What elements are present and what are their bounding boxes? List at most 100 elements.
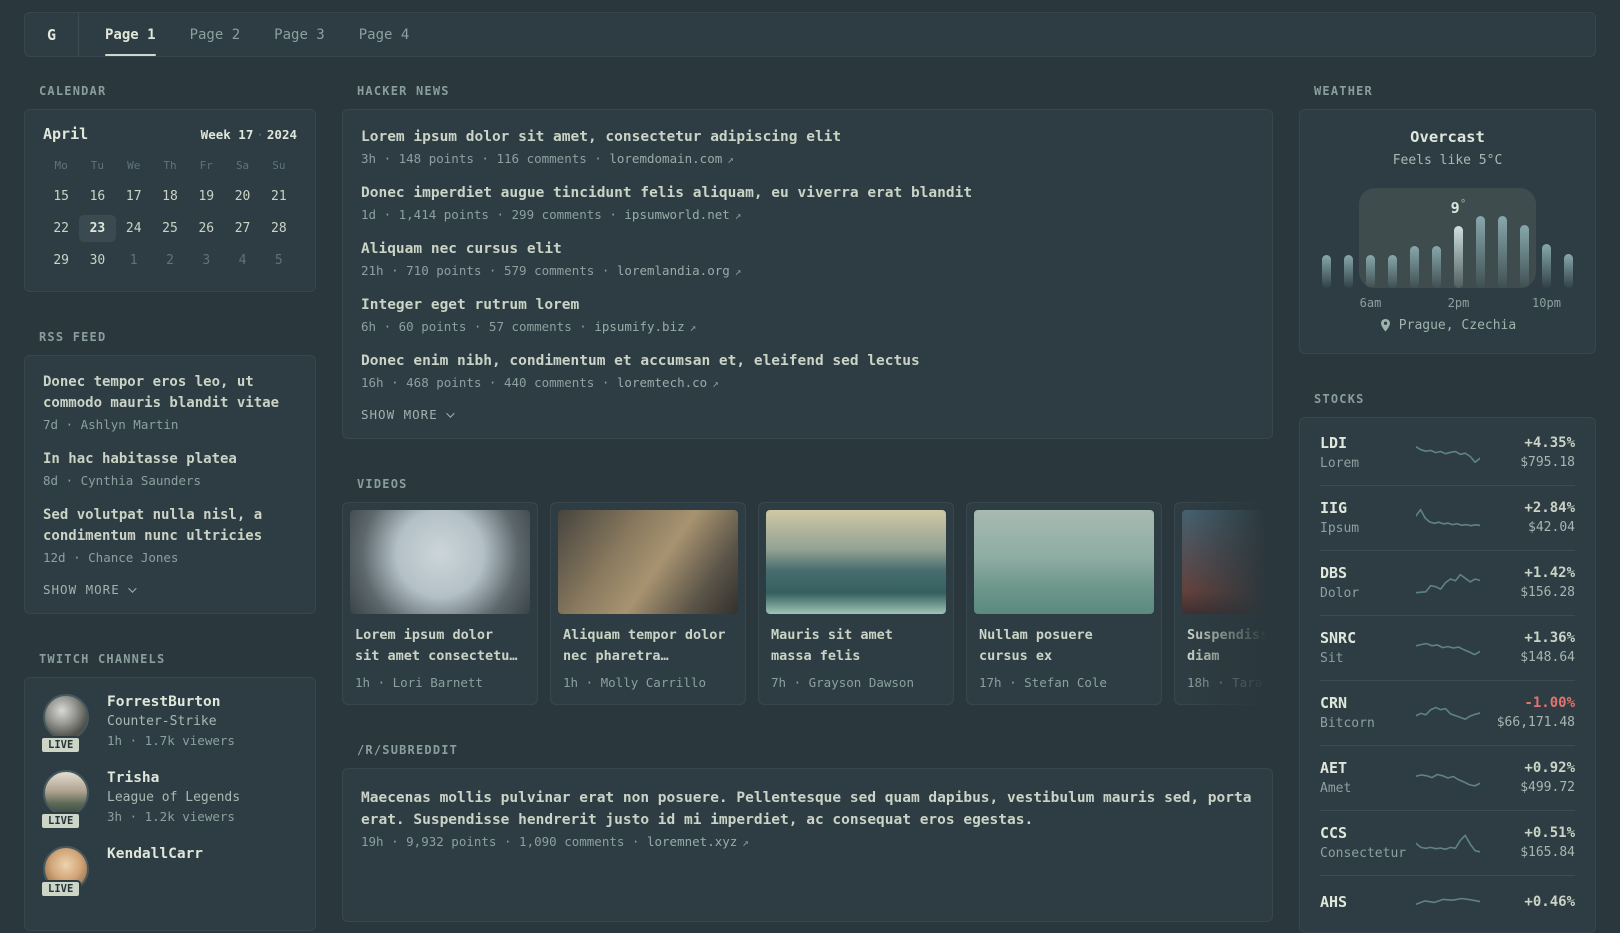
calendar-day: 15 xyxy=(53,189,69,204)
hn-item-title[interactable]: Lorem ipsum dolor sit amet, consectetur … xyxy=(361,127,1254,148)
stock-row[interactable]: SNRC Sit +1.36% $148.64 xyxy=(1320,615,1575,680)
calendar-day-next-month: 3 xyxy=(202,253,211,268)
calendar-day: 29 xyxy=(53,253,69,268)
twitch-channel-name[interactable]: ForrestBurton xyxy=(107,694,235,710)
stock-row[interactable]: LDI Lorem +4.35% $795.18 xyxy=(1320,421,1575,485)
twitch-channel-info: ForrestBurton Counter-Strike 1h · 1.7k v… xyxy=(107,694,235,748)
hn-item-domain-link[interactable]: ipsumify.biz xyxy=(594,319,684,334)
stock-row[interactable]: DBS Dolor +1.42% $156.28 xyxy=(1320,550,1575,615)
stock-price: $156.28 xyxy=(1520,585,1575,600)
tab-page-1[interactable]: Page 1 xyxy=(105,13,156,56)
stock-row[interactable]: AHS +0.46% xyxy=(1320,875,1575,929)
hn-item-domain-link[interactable]: ipsumworld.net xyxy=(624,207,729,222)
weather-hourly-chart: 9° 6am 2pm 10pm xyxy=(1322,188,1573,310)
hn-item-meta: 1d · 1,414 points · 299 comments · ipsum… xyxy=(361,207,742,222)
weather-bar xyxy=(1322,255,1331,288)
weather-time-label: 2pm xyxy=(1447,296,1470,310)
stock-change: +1.36% xyxy=(1524,630,1575,646)
stock-change: +0.51% xyxy=(1524,825,1575,841)
twitch-channel-name[interactable]: Trisha xyxy=(107,770,240,786)
twitch-channel-row[interactable]: LIVE ForrestBurton Counter-Strike 1h · 1… xyxy=(40,694,297,754)
hn-item-title[interactable]: Donec enim nibh, condimentum et accumsan… xyxy=(361,351,1254,372)
stock-row[interactable]: AET Amet +0.92% $499.72 xyxy=(1320,745,1575,810)
video-card[interactable]: Mauris sit amet massa felis 7h · Grayson… xyxy=(758,502,954,705)
weather-bar xyxy=(1432,245,1441,288)
rss-item: In hac habitasse platea 8d · Cynthia Sau… xyxy=(43,449,297,488)
calendar-day-next-month: 5 xyxy=(274,253,283,268)
stock-name: Ipsum xyxy=(1320,521,1360,536)
stock-change: -1.00% xyxy=(1524,695,1575,711)
stock-price: $165.84 xyxy=(1520,845,1575,860)
rss-item-title[interactable]: In hac habitasse platea xyxy=(43,449,297,470)
calendar-day: 26 xyxy=(198,221,215,236)
weather-bar-current xyxy=(1454,226,1463,288)
tab-page-2[interactable]: Page 2 xyxy=(190,13,241,56)
stock-row[interactable]: CCS Consectetur +0.51% $165.84 xyxy=(1320,810,1575,875)
hn-show-more-button[interactable]: SHOW MORE xyxy=(361,407,455,422)
external-link-icon: ↗ xyxy=(689,321,697,334)
reddit-post-domain-link[interactable]: loremnet.xyz xyxy=(647,834,737,849)
twitch-channel-row[interactable]: LIVE KendallCarr xyxy=(40,846,297,898)
calendar-day: 16 xyxy=(89,189,106,204)
live-badge: LIVE xyxy=(40,812,82,830)
stock-price: $66,171.48 xyxy=(1496,715,1575,730)
rss-item-title[interactable]: Sed volutpat nulla nisl, a condimentum n… xyxy=(43,505,297,547)
stock-ticker: SNRC xyxy=(1320,629,1357,647)
rss-show-more-button[interactable]: SHOW MORE xyxy=(43,582,137,597)
video-card[interactable]: Lorem ipsum dolor sit amet consectetu… 1… xyxy=(342,502,538,705)
right-column: WEATHER Overcast Feels like 5°C 9° 6am 2pm… xyxy=(1299,84,1596,933)
twitch-channel-row[interactable]: LIVE Trisha League of Legends 3h · 1.2k … xyxy=(40,770,297,830)
video-card[interactable]: Suspendisse diam 18h · Tara xyxy=(1174,502,1273,705)
stock-name: Dolor xyxy=(1320,586,1360,601)
calendar-day: 20 xyxy=(234,189,251,204)
stock-row[interactable]: CRN Bitcorn -1.00% $66,171.48 xyxy=(1320,680,1575,745)
hn-item-title[interactable]: Donec imperdiet augue tincidunt felis al… xyxy=(361,183,1254,204)
rss-item: Sed volutpat nulla nisl, a condimentum n… xyxy=(43,505,297,565)
twitch-channel-name[interactable]: KendallCarr xyxy=(107,846,203,862)
weekday-label: Su xyxy=(272,159,286,172)
video-meta: 18h · Tara xyxy=(1187,675,1263,690)
reddit-post-title[interactable]: Maecenas mollis pulvinar erat non posuer… xyxy=(361,787,1254,831)
weather-bar xyxy=(1344,255,1353,288)
hn-item-domain-link[interactable]: loremdomain.com xyxy=(609,151,722,166)
weather-time-label: 6am xyxy=(1359,296,1382,310)
dot-separator: · xyxy=(256,127,264,142)
video-meta: 7h · Grayson Dawson xyxy=(771,675,914,690)
hn-item-title[interactable]: Aliquam nec cursus elit xyxy=(361,239,1254,260)
avatar xyxy=(43,694,89,740)
video-thumbnail xyxy=(1182,510,1273,614)
videos-carousel: Lorem ipsum dolor sit amet consectetu… 1… xyxy=(342,502,1273,705)
subreddit-widget: /R/SUBREDDIT Maecenas mollis pulvinar er… xyxy=(342,743,1273,922)
tab-page-4[interactable]: Page 4 xyxy=(359,13,410,56)
stock-change: +2.84% xyxy=(1524,500,1575,516)
stock-row[interactable]: IIG Ipsum +2.84% $42.04 xyxy=(1320,485,1575,550)
weather-bar xyxy=(1366,254,1375,288)
stock-name: Sit xyxy=(1320,651,1344,666)
app-logo[interactable]: G xyxy=(25,13,79,56)
calendar-day: 25 xyxy=(162,221,178,236)
stock-sparkline xyxy=(1415,706,1480,720)
weather-widget: WEATHER Overcast Feels like 5°C 9° 6am 2pm… xyxy=(1299,84,1596,354)
stock-price: $42.04 xyxy=(1528,520,1575,535)
stock-sparkline xyxy=(1415,573,1480,594)
video-card[interactable]: Aliquam tempor dolor nec pharetra… 1h · … xyxy=(550,502,746,705)
rss-item: Donec tempor eros leo, ut commodo mauris… xyxy=(43,372,297,432)
twitch-channel-game: Counter-Strike xyxy=(107,714,217,729)
video-meta: 17h · Stefan Cole xyxy=(979,675,1107,690)
videos-widget: VIDEOS Lorem ipsum dolor sit amet consec… xyxy=(342,477,1273,705)
hn-item: Integer eget rutrum lorem 6h · 60 points… xyxy=(361,295,1254,334)
location-pin-icon xyxy=(1380,319,1390,332)
hn-item-title[interactable]: Integer eget rutrum lorem xyxy=(361,295,1254,316)
stock-sparkline xyxy=(1415,834,1480,853)
hn-item-domain-link[interactable]: loremtech.co xyxy=(617,375,707,390)
hn-item-domain-link[interactable]: loremlandia.org xyxy=(617,263,730,278)
stocks-widget-title: STOCKS xyxy=(1314,392,1365,406)
twitch-channel-game: League of Legends xyxy=(107,790,241,805)
video-card[interactable]: Nullam posuere cursus ex 17h · Stefan Co… xyxy=(966,502,1162,705)
stock-ticker: IIG xyxy=(1320,499,1348,517)
stock-name: Amet xyxy=(1320,781,1352,796)
tab-page-3[interactable]: Page 3 xyxy=(274,13,325,56)
rss-item-title[interactable]: Donec tempor eros leo, ut commodo mauris… xyxy=(43,372,297,414)
stock-price: $148.64 xyxy=(1520,650,1575,665)
weather-bar xyxy=(1388,254,1397,288)
